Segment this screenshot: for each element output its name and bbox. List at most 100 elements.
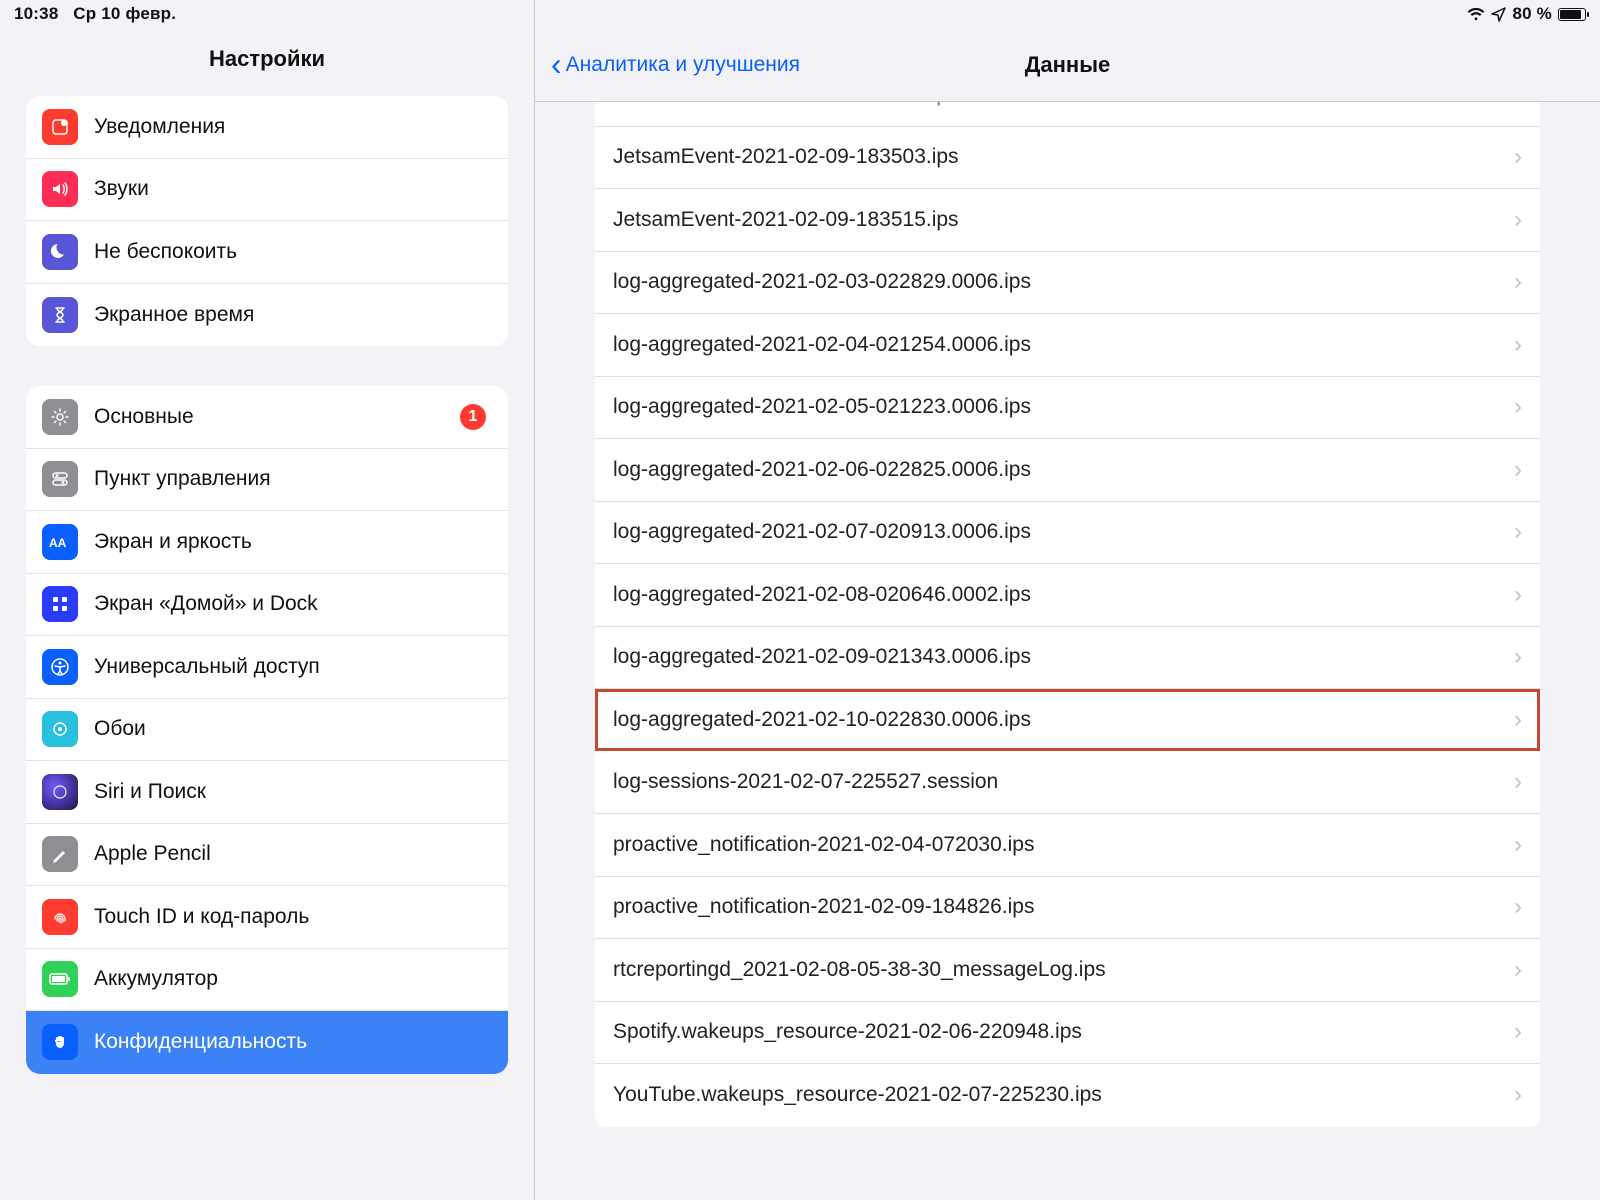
moon-icon [42, 234, 78, 270]
chevron-right-icon: › [1514, 768, 1522, 796]
home-grid-icon [42, 586, 78, 622]
sidebar-item-label: Универсальный доступ [94, 655, 492, 679]
list-item[interactable]: YouTube.wakeups_resource-2021-02-07-2252… [595, 1064, 1540, 1127]
sidebar-item-label: Экранное время [94, 303, 492, 327]
file-name: log-aggregated-2021-02-03-022829.0006.ip… [613, 270, 1031, 294]
chevron-right-icon: › [1514, 581, 1522, 609]
file-name: JetsamEvent-2021-02-09-183503.ips [613, 145, 959, 169]
svg-text:AA: AA [49, 536, 67, 549]
chevron-right-icon: › [1514, 331, 1522, 359]
sidebar-item-label: Пункт управления [94, 467, 492, 491]
sidebar-item-wallpaper[interactable]: Обои [26, 699, 508, 762]
sidebar-item-apple-pencil[interactable]: Apple Pencil [26, 824, 508, 887]
sidebar-item-home-dock[interactable]: Экран «Домой» и Dock [26, 574, 508, 637]
list-item[interactable]: log-sessions-2021-02-07-225527.session › [595, 752, 1540, 815]
chevron-right-icon: › [1514, 706, 1522, 734]
sounds-icon [42, 171, 78, 207]
wallpaper-icon [42, 711, 78, 747]
chevron-right-icon: › [1514, 518, 1522, 546]
chevron-right-icon: › [1514, 456, 1522, 484]
chevron-right-icon: › [1514, 1081, 1522, 1109]
siri-icon [42, 774, 78, 810]
sidebar-item-label: Экран и яркость [94, 530, 492, 554]
list-item[interactable]: rtcreportingd_2021-02-08-05-38-30_messag… [595, 939, 1540, 1002]
back-button[interactable]: ‹ Аналитика и улучшения [535, 53, 800, 77]
list-item[interactable]: Spotify.wakeups_resource-2021-02-06-2209… [595, 1002, 1540, 1065]
list-item[interactable]: log-aggregated-2021-02-03-022829.0006.ip… [595, 252, 1540, 315]
sidebar-item-screentime[interactable]: Экранное время [26, 284, 508, 347]
back-label: Аналитика и улучшения [566, 53, 800, 77]
sidebar-item-label: Экран «Домой» и Dock [94, 592, 492, 616]
file-name: log-aggregated-2021-02-10-022830.0006.ip… [613, 708, 1031, 732]
file-name: Spotify.wakeups_resource-2021-02-06-2209… [613, 1020, 1082, 1044]
chevron-right-icon: › [1514, 268, 1522, 296]
list-item[interactable]: log-aggregated-2021-02-06-022825.0006.ip… [595, 439, 1540, 502]
sidebar-group-2: Основные 1 Пункт управления AA Экран и я… [26, 386, 508, 1074]
control-center-icon [42, 461, 78, 497]
list-item[interactable]: log-aggregated-2021-02-05-021223.0006.ip… [595, 377, 1540, 440]
chevron-right-icon: › [1514, 893, 1522, 921]
sidebar-item-control-center[interactable]: Пункт управления [26, 449, 508, 512]
chevron-right-icon: › [1514, 956, 1522, 984]
list-item[interactable]: log-aggregated-2021-02-04-021254.0006.ip… [595, 314, 1540, 377]
sidebar-item-display[interactable]: AA Экран и яркость [26, 511, 508, 574]
chevron-right-icon: › [1514, 831, 1522, 859]
sidebar-item-general[interactable]: Основные 1 [26, 386, 508, 449]
hand-icon [42, 1024, 78, 1060]
location-icon [1491, 7, 1506, 22]
file-name: JetsamEvent-2021-02-09-183515.ips [613, 208, 959, 232]
chevron-right-icon: › [1514, 143, 1522, 171]
list-item[interactable]: log-aggregated-2021-02-09-021343.0006.ip… [595, 627, 1540, 690]
sidebar-item-dnd[interactable]: Не беспокоить [26, 221, 508, 284]
sidebar-item-privacy[interactable]: Конфиденциальность [26, 1011, 508, 1074]
chevron-right-icon: › [1514, 1018, 1522, 1046]
list-item[interactable]: log-aggregated-2021-02-08-020646.0002.ip… [595, 564, 1540, 627]
gear-icon [42, 399, 78, 435]
chevron-right-icon: › [1514, 393, 1522, 421]
chevron-right-icon: › [1514, 643, 1522, 671]
sidebar-item-battery[interactable]: Аккумулятор [26, 949, 508, 1012]
file-name: log-aggregated-2021-02-09-021343.0006.ip… [613, 645, 1031, 669]
sidebar-item-label: Не беспокоить [94, 240, 492, 264]
sidebar-group-1: Уведомления Звуки Не беспокоить Экранное… [26, 96, 508, 346]
sidebar: Настройки Уведомления Звуки Не беспокоит… [0, 0, 535, 1200]
file-name: proactive_notification-2021-02-09-184826… [613, 895, 1034, 919]
display-icon: AA [42, 524, 78, 560]
list-item[interactable]: JetsamEvent-2021-02-09-183515.ips› [595, 189, 1540, 252]
hourglass-icon [42, 297, 78, 333]
list-item[interactable]: proactive_notification-2021-02-04-072030… [595, 814, 1540, 877]
sidebar-item-label: Siri и Поиск [94, 780, 492, 804]
sidebar-item-label: Apple Pencil [94, 842, 492, 866]
accessibility-icon [42, 649, 78, 685]
sidebar-item-sounds[interactable]: Звуки [26, 159, 508, 222]
file-name: proactive_notification-2021-02-04-072030… [613, 833, 1034, 857]
file-name: log-sessions-2021-02-07-225527.session [613, 770, 998, 794]
list-item[interactable]: proactive_notification-2021-02-09-184826… [595, 877, 1540, 940]
sidebar-item-notifications[interactable]: Уведомления [26, 96, 508, 159]
badge-count: 1 [460, 404, 486, 430]
status-date: Ср 10 февр. [73, 4, 176, 23]
file-name: log-aggregated-2021-02-07-020913.0006.ip… [613, 520, 1031, 544]
status-time: 10:38 [14, 4, 58, 23]
list-item[interactable]: JetsamEvent-2021-02-09-183503.ips › [595, 127, 1540, 190]
sidebar-item-siri[interactable]: Siri и Поиск [26, 761, 508, 824]
list-item[interactable]: JetsamEvent-2021-02-08-215846.ips› [595, 102, 1540, 127]
list-item[interactable]: log-aggregated-2021-02-07-020913.0006.ip… [595, 502, 1540, 565]
analytics-file-list[interactable]: JetsamEvent-2021-02-08-215846.ips›Jetsam… [595, 102, 1540, 1127]
battery-settings-icon [42, 961, 78, 997]
sidebar-item-touchid[interactable]: Touch ID и код-пароль [26, 886, 508, 949]
sidebar-item-accessibility[interactable]: Универсальный доступ [26, 636, 508, 699]
sidebar-item-label: Аккумулятор [94, 967, 492, 991]
settings-title: Настройки [0, 28, 534, 96]
sidebar-item-label: Touch ID и код-пароль [94, 905, 492, 929]
detail-pane: ‹ Аналитика и улучшения Данные JetsamEve… [535, 0, 1600, 1200]
sidebar-item-label: Обои [94, 717, 492, 741]
sidebar-item-label: Уведомления [94, 115, 492, 139]
file-name: log-aggregated-2021-02-08-020646.0002.ip… [613, 583, 1031, 607]
status-bar: 10:38 Ср 10 февр. 80 % [0, 0, 1600, 26]
file-name: log-aggregated-2021-02-05-021223.0006.ip… [613, 395, 1031, 419]
detail-body: JetsamEvent-2021-02-08-215846.ips›Jetsam… [535, 102, 1600, 1200]
file-name: rtcreportingd_2021-02-08-05-38-30_messag… [613, 958, 1106, 982]
list-item[interactable]: log-aggregated-2021-02-10-022830.0006.ip… [595, 689, 1540, 752]
file-name: log-aggregated-2021-02-04-021254.0006.ip… [613, 333, 1031, 357]
